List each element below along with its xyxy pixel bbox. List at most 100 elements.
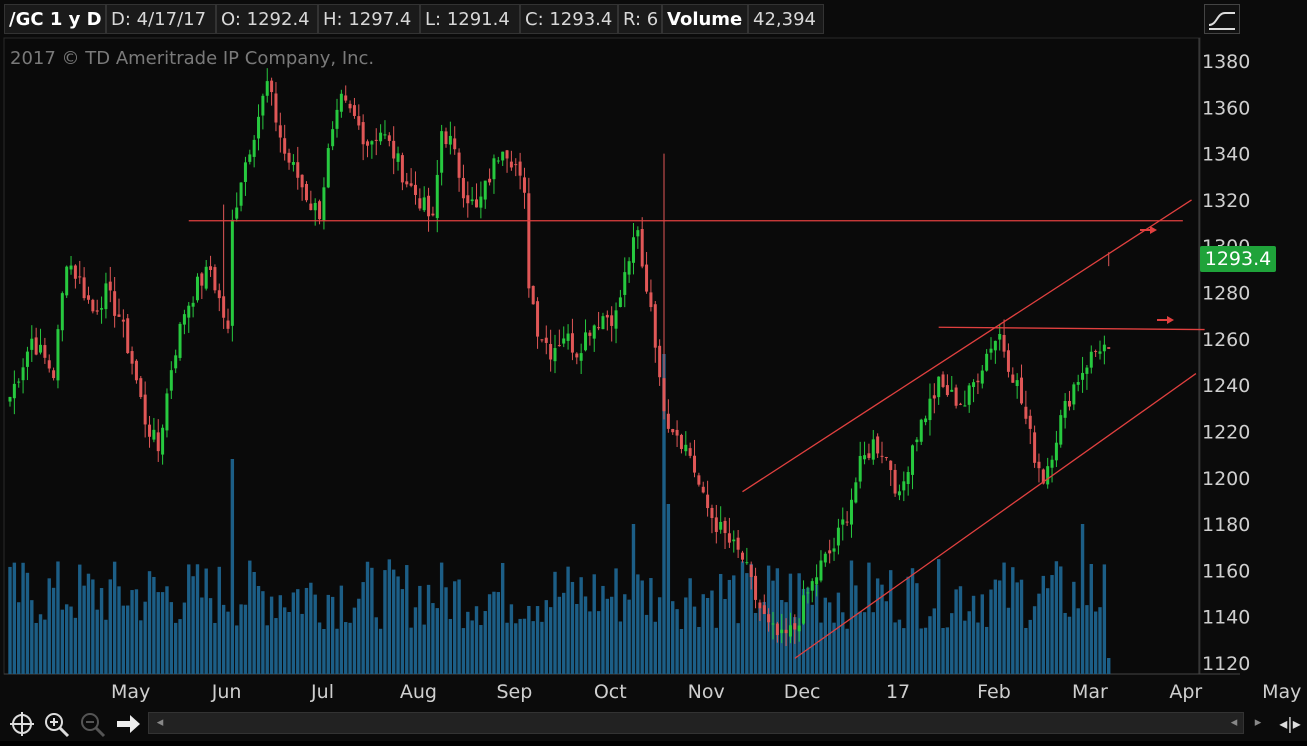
- volume-label-box: Volume: [662, 4, 748, 34]
- chart-window: 1120114011601180120012201240126012801300…: [0, 0, 1307, 741]
- crosshair-icon[interactable]: [8, 710, 36, 738]
- volume-bar: [221, 604, 226, 674]
- candle-body: [17, 381, 21, 383]
- volume-bar: [12, 562, 17, 674]
- candle-body: [1102, 344, 1106, 352]
- candle-body: [448, 135, 452, 145]
- x-tick-label: Jul: [310, 681, 334, 703]
- volume-bar: [627, 599, 631, 674]
- horizontal-scrollbar[interactable]: [148, 712, 1244, 734]
- volume-bar: [230, 459, 235, 674]
- volume-bar: [99, 588, 104, 674]
- candle-body: [479, 196, 483, 208]
- candle-body: [86, 295, 90, 300]
- volume-bar: [819, 622, 823, 674]
- candle-body: [100, 308, 104, 310]
- volume-bar: [814, 584, 819, 674]
- candle-body: [924, 418, 928, 423]
- volume-bar: [675, 609, 679, 674]
- candle-body: [335, 109, 339, 129]
- volume-bar: [692, 606, 697, 674]
- candle-body: [522, 177, 526, 193]
- candle-body: [671, 429, 675, 433]
- candle-body: [623, 272, 627, 295]
- candle-body: [1063, 400, 1067, 418]
- candle-body: [1089, 351, 1093, 368]
- volume-bar: [51, 587, 56, 674]
- study-icon[interactable]: [1204, 4, 1240, 34]
- volume-bar: [923, 627, 928, 674]
- volume-bar: [562, 592, 566, 674]
- candle-body: [527, 193, 531, 289]
- volume-bar: [775, 568, 780, 674]
- candle-body: [239, 182, 243, 206]
- candle-body: [217, 290, 221, 299]
- scroll-left-icon[interactable]: ◂: [1224, 712, 1244, 734]
- candle-body: [767, 614, 771, 623]
- candle-body: [854, 482, 858, 503]
- volume-bar: [1059, 566, 1063, 674]
- candle-body: [252, 139, 256, 157]
- candle-body: [496, 160, 500, 162]
- candle-body: [531, 285, 535, 305]
- scroll-right-icon[interactable]: ▸: [1248, 712, 1268, 734]
- zoom-out-icon[interactable]: [78, 710, 106, 738]
- candle-body: [357, 116, 361, 126]
- candle-body: [802, 595, 806, 624]
- candle-body: [819, 560, 823, 581]
- volume-bar: [1093, 611, 1098, 674]
- volume-bar: [950, 613, 954, 674]
- volume-bar: [902, 628, 906, 674]
- candle-body: [893, 469, 897, 494]
- volume-bar: [91, 579, 95, 674]
- candle-body: [1028, 415, 1032, 429]
- volume-bar: [1076, 608, 1080, 674]
- expand-icon[interactable]: ◂|▸: [1274, 710, 1306, 738]
- volume-bar: [226, 611, 230, 674]
- candle-body: [309, 203, 313, 211]
- candle-body: [1037, 461, 1041, 469]
- candle-body: [653, 304, 657, 348]
- candle-body: [379, 132, 383, 142]
- volume-bar: [344, 622, 348, 674]
- candle-body: [963, 405, 967, 407]
- volume-bar: [609, 596, 614, 674]
- candle-body: [270, 80, 274, 93]
- price-chart[interactable]: 1120114011601180120012201240126012801300…: [0, 0, 1307, 741]
- zoom-in-icon[interactable]: [42, 710, 70, 738]
- candle-body: [815, 577, 819, 585]
- volume-bar: [187, 564, 191, 674]
- volume-bar: [278, 595, 283, 674]
- candle-body: [588, 332, 592, 336]
- volume-bar: [1098, 607, 1102, 674]
- candle-body: [884, 457, 888, 459]
- volume-bar: [566, 566, 570, 674]
- volume-bar: [374, 617, 378, 674]
- candle-body: [579, 353, 583, 361]
- volume-bar: [208, 598, 213, 674]
- volume-bar: [601, 585, 605, 674]
- volume-bar: [928, 616, 932, 674]
- candle-body: [1006, 350, 1010, 372]
- scroll-left-icon[interactable]: ◂: [150, 712, 170, 734]
- candle-body: [1085, 367, 1089, 374]
- arrow-right-icon[interactable]: [114, 710, 142, 738]
- candle-body: [39, 344, 43, 353]
- y-tick-label: 1320: [1202, 190, 1250, 212]
- y-tick-label: 1340: [1202, 144, 1250, 166]
- volume-bar: [649, 578, 653, 674]
- candle-body: [732, 539, 736, 542]
- volume-bar: [919, 628, 923, 674]
- candle-body: [540, 339, 544, 341]
- candle-body: [675, 429, 679, 436]
- volume-bar: [409, 627, 413, 674]
- volume-bar: [330, 596, 335, 674]
- volume-bar: [413, 607, 418, 674]
- volume-bar: [705, 597, 710, 674]
- volume-bar: [1028, 619, 1032, 674]
- volume-bar: [732, 575, 736, 674]
- candle-body: [161, 427, 165, 455]
- candle-body: [1033, 432, 1037, 463]
- volume-bar: [535, 606, 540, 674]
- symbol-box[interactable]: /GC 1 y D: [4, 4, 106, 34]
